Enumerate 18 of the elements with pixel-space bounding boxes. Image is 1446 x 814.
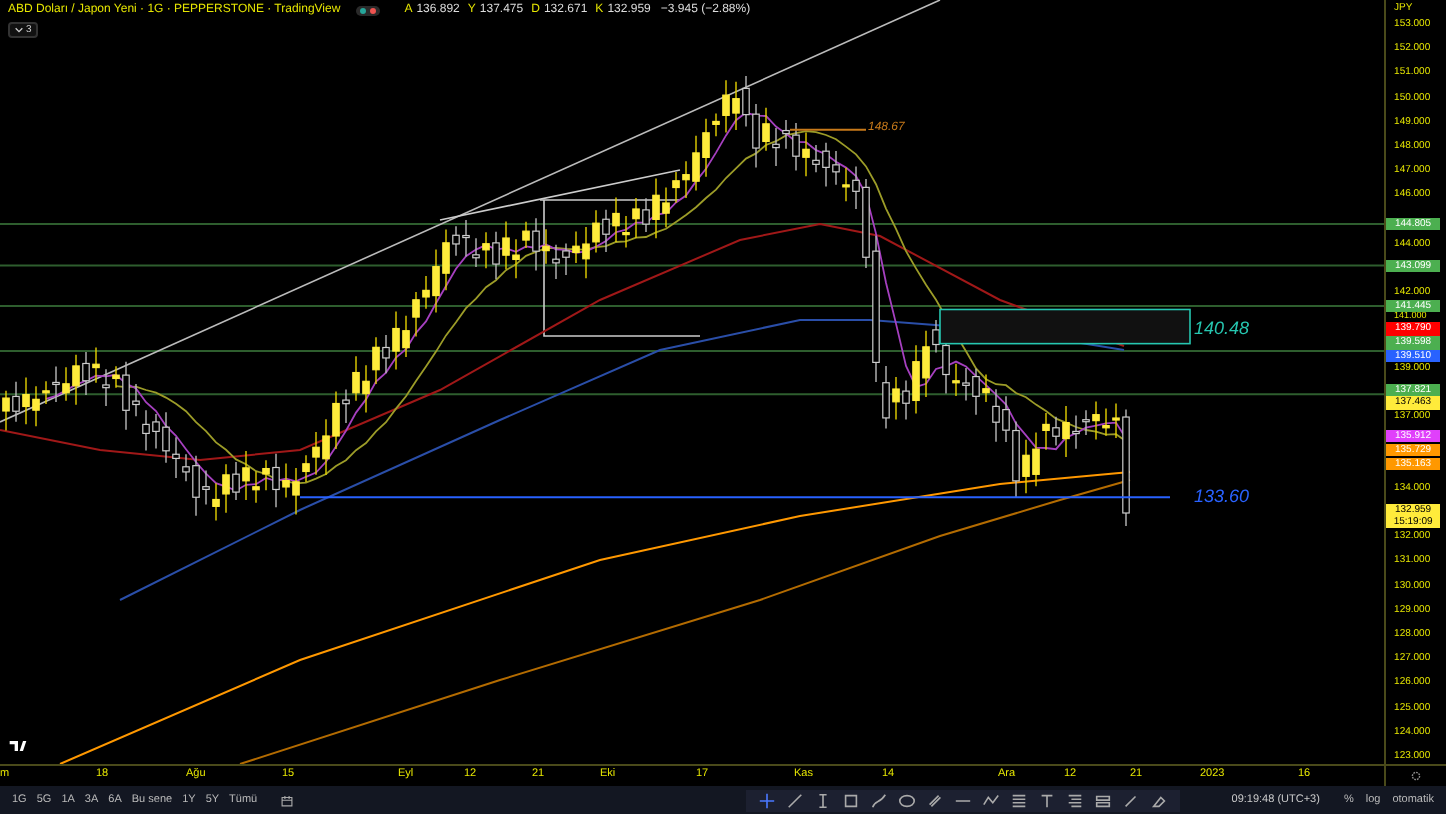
price-label: 140.48 bbox=[1194, 317, 1250, 338]
square-icon[interactable] bbox=[841, 791, 860, 809]
list-icon[interactable] bbox=[1065, 791, 1084, 809]
brush-icon[interactable] bbox=[869, 791, 888, 809]
lines-icon[interactable] bbox=[1009, 791, 1028, 809]
eraser-icon[interactable] bbox=[1149, 791, 1168, 809]
text-cursor-icon[interactable] bbox=[813, 791, 832, 809]
line-icon[interactable] bbox=[785, 791, 804, 809]
crosshair-icon[interactable] bbox=[757, 791, 776, 809]
zigzag-icon[interactable] bbox=[981, 791, 1000, 809]
tradingview-logo-icon[interactable] bbox=[6, 736, 30, 756]
bars-icon[interactable] bbox=[1093, 791, 1112, 809]
settings-icon[interactable] bbox=[1410, 770, 1423, 782]
chevron-down-icon bbox=[14, 26, 24, 34]
calendar-icon[interactable] bbox=[279, 793, 294, 807]
horizontal-line bbox=[789, 128, 867, 131]
text-icon[interactable] bbox=[1037, 791, 1056, 809]
price-label: 133.60 bbox=[1194, 485, 1250, 506]
